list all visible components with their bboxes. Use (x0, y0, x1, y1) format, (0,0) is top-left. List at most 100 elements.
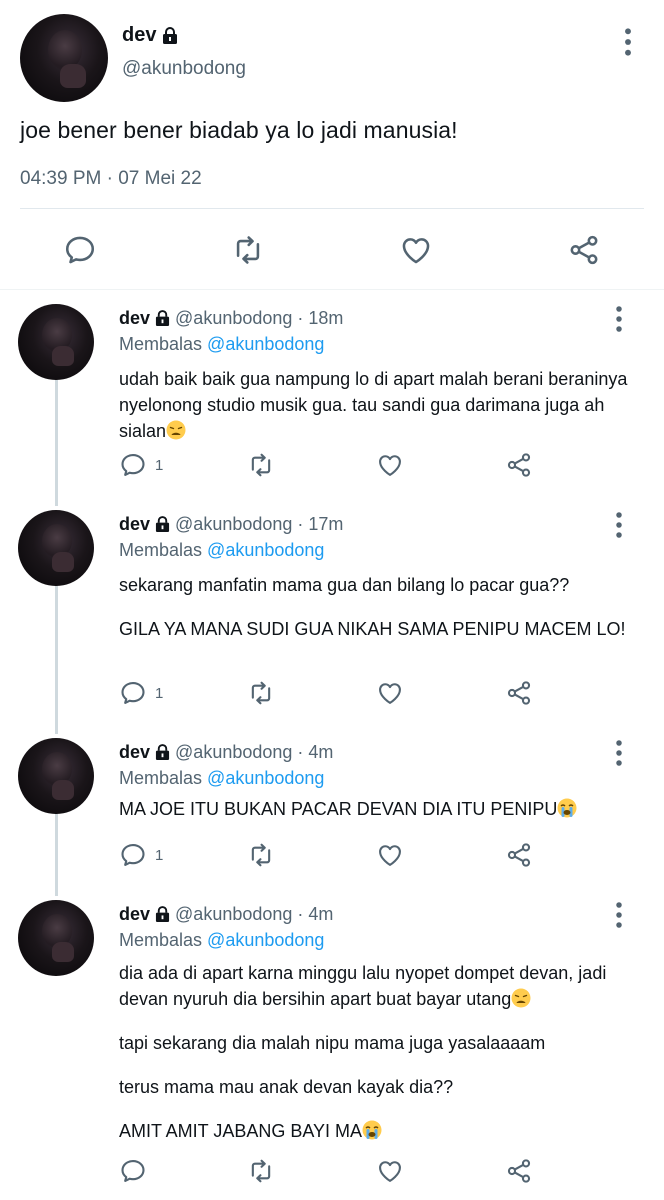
reply-text: udah baik baik gua nampung lo di apart m… (119, 369, 628, 441)
retweet-icon (247, 451, 275, 479)
mention-link[interactable]: @akunbodong (207, 768, 324, 788)
like-button[interactable] (391, 225, 441, 275)
author-name[interactable]: dev (119, 742, 150, 763)
mention-link[interactable]: @akunbodong (207, 930, 324, 950)
replying-to: Membalas @akunbodong (119, 930, 324, 951)
retweet-icon (247, 679, 275, 707)
weary-face-icon (511, 988, 531, 1008)
share-icon (505, 1157, 533, 1185)
reply-button[interactable] (119, 1156, 155, 1186)
retweet-icon (231, 233, 265, 267)
share-icon (505, 451, 533, 479)
like-icon (376, 841, 404, 869)
share-button[interactable] (559, 225, 609, 275)
reply-text: dia ada di apart karna minggu lalu nyope… (119, 963, 607, 1141)
tweet-actions (0, 225, 664, 275)
reply-time[interactable]: 17m (308, 514, 343, 535)
avatar[interactable] (20, 14, 108, 102)
like-button[interactable] (376, 678, 404, 708)
avatar[interactable] (18, 510, 94, 586)
like-icon (376, 679, 404, 707)
reply-count: 1 (155, 684, 164, 702)
retweet-button[interactable] (223, 225, 273, 275)
share-button[interactable] (505, 840, 533, 870)
replying-label: Membalas (119, 768, 203, 788)
weary-face-icon (166, 420, 186, 440)
reply-button[interactable]: 1 (119, 678, 163, 708)
retweet-button[interactable] (247, 840, 275, 870)
reply-button[interactable]: 1 (119, 450, 163, 480)
reply-tweet: dev @akunbodong · 4m Membalas @akunbodon… (0, 738, 664, 888)
reply-time[interactable]: 4m (308, 742, 333, 763)
share-button[interactable] (505, 450, 533, 480)
replying-label: Membalas (119, 540, 203, 560)
reply-count: 1 (155, 456, 164, 474)
like-icon (376, 1157, 404, 1185)
replying-label: Membalas (119, 930, 203, 950)
reply-button[interactable] (55, 225, 105, 275)
reply-icon (119, 679, 147, 707)
reply-actions: 1 (0, 450, 664, 480)
author-handle[interactable]: @akunbodong (175, 514, 292, 535)
reply-icon (119, 1157, 147, 1185)
more-options-icon[interactable] (609, 900, 629, 930)
reply-header: dev @akunbodong · 17m (119, 514, 344, 535)
reply-header: dev @akunbodong · 18m (119, 308, 344, 329)
reply-header: dev @akunbodong · 4m (119, 742, 334, 763)
share-icon (505, 841, 533, 869)
author-handle[interactable]: @akunbodong (175, 308, 292, 329)
retweet-button[interactable] (247, 1156, 275, 1186)
more-options-icon[interactable] (609, 510, 629, 540)
retweet-button[interactable] (247, 678, 275, 708)
like-button[interactable] (376, 450, 404, 480)
author-handle[interactable]: @akunbodong (175, 742, 292, 763)
reply-button[interactable]: 1 (119, 840, 163, 870)
reply-count: 1 (155, 846, 164, 864)
retweet-button[interactable] (247, 450, 275, 480)
author-handle[interactable]: @akunbodong (122, 58, 246, 80)
reply-actions: 1 (0, 678, 664, 708)
replying-to: Membalas @akunbodong (119, 540, 324, 561)
replying-to: Membalas @akunbodong (119, 334, 324, 355)
lock-icon (155, 516, 170, 533)
mention-link[interactable]: @akunbodong (207, 334, 324, 354)
like-icon (399, 233, 433, 267)
mention-link[interactable]: @akunbodong (207, 540, 324, 560)
author-name[interactable]: dev (119, 904, 150, 925)
like-button[interactable] (376, 1156, 404, 1186)
author-name[interactable]: dev (119, 308, 150, 329)
author-handle[interactable]: @akunbodong (175, 904, 292, 925)
like-button[interactable] (376, 840, 404, 870)
reply-actions: 1 (0, 840, 664, 870)
tweet-text: joe bener bener biadab ya lo jadi manusi… (20, 117, 458, 143)
retweet-icon (247, 841, 275, 869)
reply-time[interactable]: 4m (308, 904, 333, 925)
reply-tweet: dev @akunbodong · 18m Membalas @akunbodo… (0, 304, 664, 504)
author-name-row[interactable]: dev (122, 24, 178, 47)
reply-tweet: dev @akunbodong · 4m Membalas @akunbodon… (0, 900, 664, 1200)
main-tweet: dev @akunbodong joe bener bener biadab y… (0, 0, 664, 290)
more-options-icon[interactable] (609, 304, 629, 334)
avatar[interactable] (18, 738, 94, 814)
crying-face-icon (362, 1120, 382, 1140)
like-icon (376, 451, 404, 479)
reply-actions (0, 1156, 664, 1186)
reply-icon (63, 233, 97, 267)
avatar[interactable] (18, 900, 94, 976)
author-name[interactable]: dev (122, 24, 156, 47)
divider (20, 208, 644, 209)
avatar[interactable] (18, 304, 94, 380)
reply-time[interactable]: 18m (308, 308, 343, 329)
reply-icon (119, 841, 147, 869)
tweet-timestamp[interactable]: 04:39 PM · 07 Mei 22 (20, 168, 202, 190)
more-options-icon[interactable] (609, 738, 629, 768)
more-options-icon[interactable] (618, 26, 638, 58)
reply-icon (119, 451, 147, 479)
author-name[interactable]: dev (119, 514, 150, 535)
share-icon (567, 233, 601, 267)
share-button[interactable] (505, 1156, 533, 1186)
reply-tweet: dev @akunbodong · 17m Membalas @akunbodo… (0, 510, 664, 730)
share-button[interactable] (505, 678, 533, 708)
reply-header: dev @akunbodong · 4m (119, 904, 334, 925)
replying-to: Membalas @akunbodong (119, 768, 324, 789)
